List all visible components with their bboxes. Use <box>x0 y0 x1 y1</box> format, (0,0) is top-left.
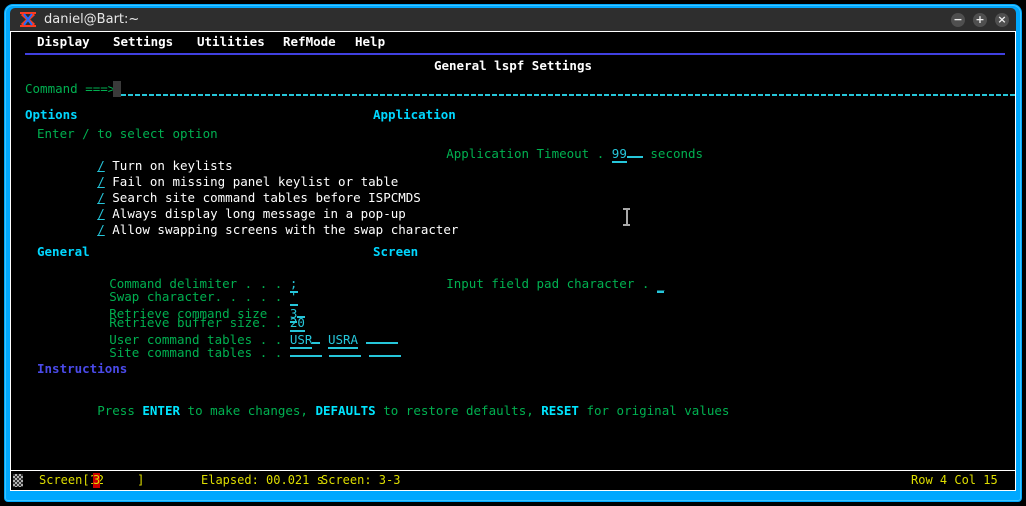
menu-item-settings[interactable]: Settings <box>113 34 173 49</box>
general-section-heading: General <box>37 244 90 259</box>
status-screen-list-current[interactable]: 3 <box>93 473 101 488</box>
application-timeout-row: Application Timeout . 99 seconds <box>386 126 703 179</box>
instructions-key-defaults: DEFAULTS <box>315 403 376 418</box>
terminal-viewport[interactable]: Display Settings Utilities RefMode Help … <box>10 31 1016 491</box>
menubar-separator <box>25 53 1005 55</box>
command-input[interactable] <box>121 81 1015 97</box>
instructions-part-4: to restore defaults, <box>375 403 542 418</box>
lspf-statusbar: Screen[12 3 ] Elapsed: 00.021 s Screen: … <box>11 470 1015 490</box>
application-timeout-units: seconds <box>650 146 704 161</box>
screen-section-heading: Screen <box>373 244 419 259</box>
command-input-pad <box>121 94 1015 96</box>
menu-item-help[interactable]: Help <box>355 34 385 49</box>
command-line-label: Command ===> <box>25 81 116 96</box>
resize-handle-icon[interactable] <box>13 474 23 487</box>
site-command-tables-label: Site command tables . . <box>109 345 283 360</box>
application-timeout-input-pad[interactable] <box>626 142 643 158</box>
minimize-button[interactable]: − <box>951 13 965 27</box>
window-titlebar[interactable]: daniel@Bart:~ − + × <box>10 8 1016 31</box>
lspf-panel: Display Settings Utilities RefMode Help … <box>11 32 1015 490</box>
options-hint: Enter / to select option <box>37 126 218 141</box>
site-command-table-input-2[interactable] <box>329 341 362 357</box>
instructions-text: Press ENTER to make changes, DEFAULTS to… <box>37 387 729 435</box>
options-section-heading: Options <box>25 107 78 122</box>
status-cursor-position: Row 4 Col 15 <box>911 473 998 487</box>
application-timeout-input[interactable]: 99 <box>611 147 627 163</box>
panel-title: General lspf Settings <box>433 58 593 73</box>
site-command-table-input-1[interactable] <box>289 341 322 357</box>
instructions-part-0: Press <box>97 403 143 418</box>
menu-item-display[interactable]: Display <box>37 34 90 49</box>
status-screen-list-suffix: ] <box>101 473 145 487</box>
xterm-icon <box>20 12 36 27</box>
text-cursor <box>113 81 121 97</box>
site-command-table-input-3[interactable] <box>368 341 401 357</box>
desktop-background: daniel@Bart:~ − + × Display Settings Uti… <box>0 0 1026 506</box>
application-timeout-label: Application Timeout . <box>446 146 605 161</box>
instructions-part-2: to make changes, <box>180 403 316 418</box>
application-section-heading: Application <box>373 107 456 122</box>
instructions-heading: Instructions <box>37 361 128 376</box>
status-elapsed: Elapsed: 00.021 s <box>201 473 324 487</box>
lspf-menubar: Display Settings Utilities RefMode Help <box>11 32 1015 51</box>
pad-character-label: Input field pad character . <box>446 276 650 291</box>
instructions-key-enter: ENTER <box>142 403 181 418</box>
status-screen: Screen: 3-3 <box>321 473 401 487</box>
maximize-button[interactable]: + <box>973 13 987 27</box>
window-title: daniel@Bart:~ <box>44 12 140 27</box>
menu-item-utilities[interactable]: Utilities <box>197 34 265 49</box>
option-label-allow-swapping: Allow swapping screens with the swap cha… <box>112 222 459 237</box>
text-ibeam-cursor <box>623 208 630 226</box>
instructions-part-6: for original values <box>578 403 730 418</box>
close-button[interactable]: × <box>995 13 1009 27</box>
instructions-key-reset: RESET <box>541 403 579 418</box>
pad-character-input[interactable]: _ <box>656 277 665 293</box>
menu-item-refmode[interactable]: RefMode <box>283 34 336 49</box>
option-mark-allow-swapping[interactable]: / <box>97 222 105 237</box>
screen-pad-character-row: Input field pad character . _ <box>386 260 665 309</box>
